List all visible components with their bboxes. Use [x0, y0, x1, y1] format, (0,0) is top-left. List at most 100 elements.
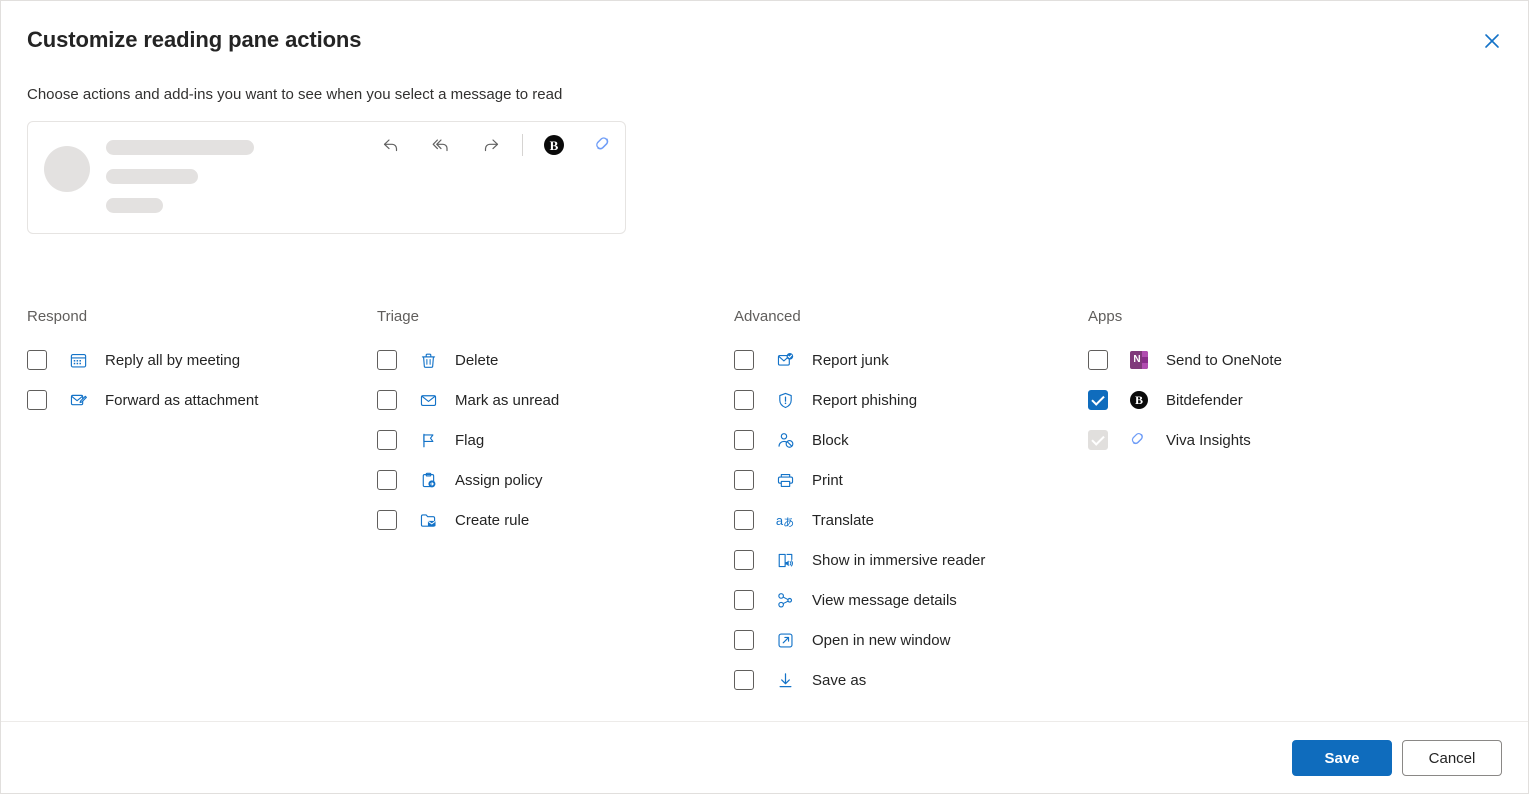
option-row-report-phishing[interactable]: Report phishing	[734, 380, 1074, 420]
shield-alert-icon	[774, 389, 796, 411]
checkbox-mark-as-unread[interactable]	[377, 390, 397, 410]
message-details-icon	[774, 589, 796, 611]
option-label: Viva Insights	[1166, 432, 1251, 449]
preview-toolbar: B	[366, 129, 629, 161]
option-row-flag[interactable]: Flag	[377, 420, 717, 460]
bitdefender-icon: B	[1128, 389, 1150, 411]
column-respond: Respond Reply all by meeting	[27, 307, 367, 420]
reply-button[interactable]	[375, 129, 407, 161]
reply-icon	[381, 135, 401, 155]
checkbox-report-junk[interactable]	[734, 350, 754, 370]
option-row-translate[interactable]: a あ Translate	[734, 500, 1074, 540]
checkbox-show-in-immersive-reader[interactable]	[734, 550, 754, 570]
option-label: Delete	[455, 352, 498, 369]
option-label: Report phishing	[812, 392, 917, 409]
option-label: Send to OneNote	[1166, 352, 1282, 369]
close-button[interactable]	[1472, 21, 1512, 61]
option-label: Create rule	[455, 512, 529, 529]
translate-icon: a あ	[774, 509, 796, 531]
viva-insights-addin-button[interactable]	[588, 129, 620, 161]
option-row-delete[interactable]: Delete	[377, 340, 717, 380]
forward-button[interactable]	[475, 129, 507, 161]
column-header-respond: Respond	[27, 307, 367, 327]
viva-insights-icon	[593, 134, 615, 156]
checkbox-delete[interactable]	[377, 350, 397, 370]
open-new-window-icon	[774, 629, 796, 651]
option-label: View message details	[812, 592, 957, 609]
option-row-assign-policy[interactable]: Assign policy	[377, 460, 717, 500]
option-row-open-in-new-window[interactable]: Open in new window	[734, 620, 1074, 660]
option-row-forward-as-attachment[interactable]: Forward as attachment	[27, 380, 367, 420]
checkbox-save-as[interactable]	[734, 670, 754, 690]
checkbox-assign-policy[interactable]	[377, 470, 397, 490]
option-label: Reply all by meeting	[105, 352, 240, 369]
checkbox-viva-insights	[1088, 430, 1108, 450]
bitdefender-icon: B	[544, 135, 564, 155]
checkbox-open-in-new-window[interactable]	[734, 630, 754, 650]
skeleton-line-1	[106, 140, 254, 155]
checkbox-flag[interactable]	[377, 430, 397, 450]
column-advanced: Advanced Report junk	[734, 307, 1074, 700]
checkbox-create-rule[interactable]	[377, 510, 397, 530]
option-row-view-message-details[interactable]: View message details	[734, 580, 1074, 620]
option-row-create-rule[interactable]: Create rule	[377, 500, 717, 540]
immersive-reader-icon	[774, 549, 796, 571]
checkbox-translate[interactable]	[734, 510, 754, 530]
column-apps: Apps N Send to OneNote B Bitdefender	[1088, 307, 1428, 460]
skeleton-line-2	[106, 169, 198, 184]
column-header-apps: Apps	[1088, 307, 1428, 327]
checkbox-send-to-onenote[interactable]	[1088, 350, 1108, 370]
checkbox-print[interactable]	[734, 470, 754, 490]
checkbox-report-phishing[interactable]	[734, 390, 754, 410]
option-row-viva-insights: Viva Insights	[1088, 420, 1428, 460]
trash-icon	[417, 349, 439, 371]
toolbar-divider	[522, 134, 523, 156]
bitdefender-addin-button[interactable]: B	[538, 129, 570, 161]
option-label: Block	[812, 432, 849, 449]
checkbox-block[interactable]	[734, 430, 754, 450]
close-icon	[1484, 33, 1500, 49]
calendar-icon	[67, 349, 89, 371]
dialog-footer: Save Cancel	[1292, 740, 1502, 776]
option-row-block[interactable]: Block	[734, 420, 1074, 460]
column-header-triage: Triage	[377, 307, 717, 327]
option-label: Save as	[812, 672, 866, 689]
viva-insights-icon	[1128, 429, 1150, 451]
option-label: Mark as unread	[455, 392, 559, 409]
option-label: Show in immersive reader	[812, 552, 985, 569]
checkbox-bitdefender[interactable]	[1088, 390, 1108, 410]
block-user-icon	[774, 429, 796, 451]
option-label: Open in new window	[812, 632, 950, 649]
reply-all-icon	[431, 135, 451, 155]
cancel-button[interactable]: Cancel	[1402, 740, 1502, 776]
option-row-bitdefender[interactable]: B Bitdefender	[1088, 380, 1428, 420]
save-button[interactable]: Save	[1292, 740, 1392, 776]
option-row-mark-as-unread[interactable]: Mark as unread	[377, 380, 717, 420]
checkbox-view-message-details[interactable]	[734, 590, 754, 610]
column-triage: Triage Delete	[377, 307, 717, 540]
option-label: Forward as attachment	[105, 392, 258, 409]
option-row-report-junk[interactable]: Report junk	[734, 340, 1074, 380]
option-row-send-to-onenote[interactable]: N Send to OneNote	[1088, 340, 1428, 380]
forward-icon	[481, 135, 501, 155]
option-row-save-as[interactable]: Save as	[734, 660, 1074, 700]
flag-icon	[417, 429, 439, 451]
download-icon	[774, 669, 796, 691]
option-row-show-in-immersive-reader[interactable]: Show in immersive reader	[734, 540, 1074, 580]
option-label: Translate	[812, 512, 874, 529]
checkbox-reply-all-by-meeting[interactable]	[27, 350, 47, 370]
dialog-subtitle: Choose actions and add-ins you want to s…	[27, 86, 562, 103]
reply-all-button[interactable]	[425, 129, 457, 161]
envelope-icon	[417, 389, 439, 411]
footer-divider	[1, 721, 1528, 722]
option-row-print[interactable]: Print	[734, 460, 1074, 500]
customize-reading-pane-dialog: Customize reading pane actions Choose ac…	[0, 0, 1529, 794]
option-row-reply-all-by-meeting[interactable]: Reply all by meeting	[27, 340, 367, 380]
report-junk-icon	[774, 349, 796, 371]
page-title: Customize reading pane actions	[27, 27, 361, 53]
assign-policy-icon	[417, 469, 439, 491]
forward-attachment-icon	[67, 389, 89, 411]
create-rule-icon	[417, 509, 439, 531]
skeleton-avatar	[44, 146, 90, 192]
checkbox-forward-as-attachment[interactable]	[27, 390, 47, 410]
